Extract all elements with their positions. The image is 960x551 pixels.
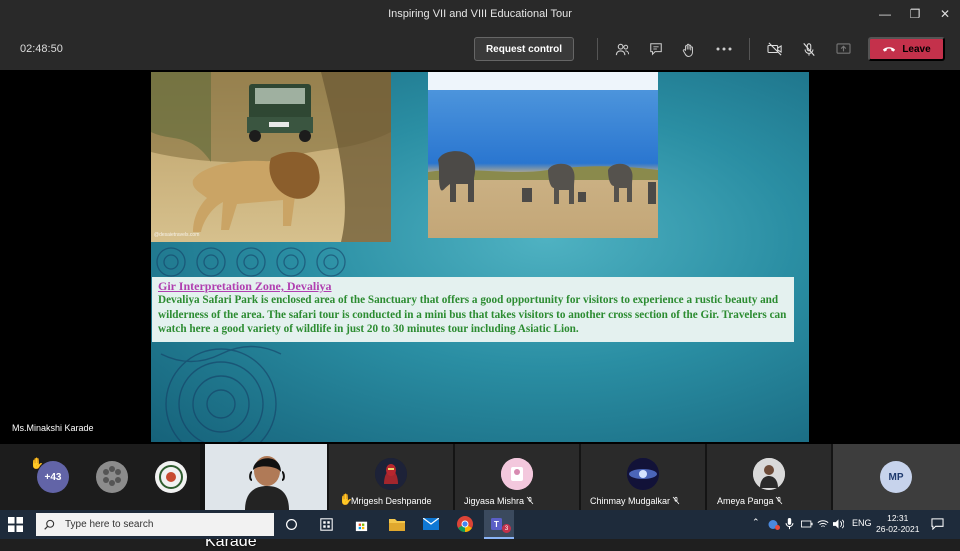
leave-button[interactable]: Leave [868, 37, 945, 61]
notification-badge: 3 [502, 524, 511, 533]
participant-tile[interactable]: Jigyasa Mishra [455, 444, 579, 510]
elephant-herd-photo [428, 72, 658, 238]
participant-strip: ✋ +43 Ms.Minakshi Karade ✋ Mrigesh Deshp… [0, 444, 960, 550]
clock-time: 12:31 [887, 513, 909, 523]
participant-name: Ameya Panga [717, 496, 774, 506]
search-placeholder: Type here to search [65, 519, 154, 530]
chrome-icon[interactable] [457, 516, 473, 532]
volume-icon[interactable] [833, 519, 844, 529]
taskbar-search-box[interactable]: Type here to search [36, 513, 274, 536]
title-bar: Inspiring VII and VIII Educational Tour … [0, 0, 960, 28]
clock-date: 26-02-2021 [876, 524, 920, 534]
windows-taskbar: Type here to search T 3 ⌃ ENG 12:31 26-0… [0, 510, 960, 539]
widgets-icon[interactable] [320, 518, 333, 531]
presentation-slide: @desaietravels.com Gir Interpretation Zo… [151, 72, 809, 442]
overflow-count-avatar[interactable]: +43 [37, 461, 69, 493]
svg-text:T: T [494, 520, 499, 529]
teams-taskbar-button[interactable]: T 3 [484, 510, 514, 539]
presenter-camera-tile[interactable]: Ms.Minakshi Karade [205, 444, 327, 550]
mic-off-icon[interactable] [799, 39, 819, 59]
request-control-button[interactable]: Request control [474, 37, 574, 61]
self-avatar: MP [880, 461, 912, 493]
lion-safari-photo: @desaietravels.com [151, 72, 391, 242]
language-indicator[interactable]: ENG [852, 518, 872, 528]
maximize-icon[interactable]: ❐ [900, 0, 930, 28]
chat-icon[interactable] [646, 39, 666, 59]
more-icon[interactable] [714, 39, 734, 59]
close-icon[interactable]: ✕ [930, 0, 960, 28]
self-tile[interactable]: MP [833, 444, 960, 510]
people-icon[interactable] [612, 39, 632, 59]
participant-overflow-area: ✋ +43 [0, 444, 200, 510]
raise-hand-icon[interactable] [679, 39, 699, 59]
toolbar-divider [597, 38, 598, 60]
participant-tile[interactable]: Ameya Panga [707, 444, 831, 510]
participant-avatar [501, 458, 533, 490]
minimize-icon[interactable]: — [870, 0, 900, 28]
mic-off-icon [526, 496, 534, 505]
participant-avatar [753, 458, 785, 490]
store-icon[interactable] [354, 517, 369, 532]
shared-screen: @desaietravels.com Gir Interpretation Zo… [0, 70, 960, 444]
share-screen-icon[interactable] [833, 39, 853, 59]
task-view-icon[interactable] [285, 518, 298, 531]
microphone-icon[interactable] [785, 518, 794, 530]
participant-avatar[interactable] [155, 461, 187, 493]
participant-avatar [627, 458, 659, 490]
presenter-name-label: Ms.Minakshi Karade [12, 423, 94, 433]
participant-name: Mrigesh Deshpande [351, 496, 432, 506]
participant-tile[interactable]: ✋ Mrigesh Deshpande [329, 444, 453, 510]
phone-hangup-icon [883, 47, 896, 52]
wifi-icon[interactable] [817, 519, 829, 529]
window-title: Inspiring VII and VIII Educational Tour [388, 8, 572, 20]
windows-start-icon[interactable] [8, 517, 23, 532]
mic-off-icon [775, 496, 783, 505]
slide-body-text: Devaliya Safari Park is enclosed area of… [158, 294, 787, 335]
search-icon [44, 519, 55, 530]
tray-app-icon[interactable] [768, 519, 780, 530]
tray-expand-icon[interactable]: ⌃ [752, 517, 760, 528]
mic-off-icon [672, 496, 680, 505]
toolbar-divider [749, 38, 750, 60]
meeting-toolbar: 02:48:50 Request control Leave [0, 28, 960, 70]
mail-icon[interactable] [423, 518, 439, 530]
notifications-icon[interactable] [931, 518, 944, 530]
system-clock[interactable]: 12:31 26-02-2021 [876, 513, 919, 535]
slide-caption: Gir Interpretation Zone, Devaliya Devali… [152, 277, 794, 342]
participant-avatar [375, 458, 407, 490]
slide-heading: Gir Interpretation Zone, Devaliya [158, 279, 332, 293]
lace-pattern-decor [156, 247, 346, 277]
participant-name: Chinmay Mudgalkar [590, 496, 671, 506]
photo-watermark: @desaietravels.com [154, 232, 200, 238]
window-controls: — ❐ ✕ [870, 0, 960, 28]
lace-pattern-decor [160, 345, 282, 442]
meeting-timer: 02:48:50 [20, 43, 63, 55]
file-explorer-icon[interactable] [389, 517, 405, 531]
camera-off-icon[interactable] [765, 39, 785, 59]
battery-icon[interactable] [801, 519, 813, 529]
participant-name: Jigyasa Mishra [464, 496, 525, 506]
participant-tile[interactable]: Chinmay Mudgalkar [581, 444, 705, 510]
leave-label: Leave [902, 43, 931, 55]
participant-avatar[interactable] [96, 461, 128, 493]
